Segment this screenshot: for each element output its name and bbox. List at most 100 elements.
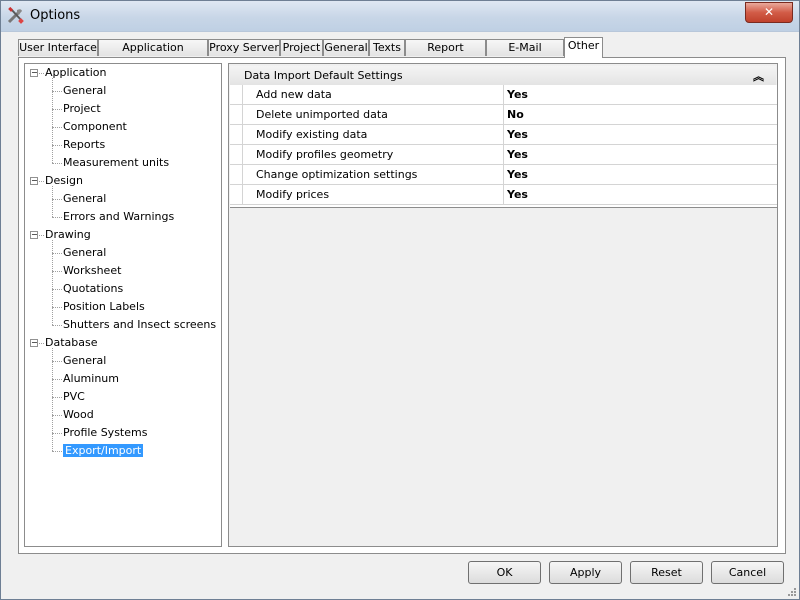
tree-item-label: Worksheet	[63, 264, 122, 277]
property-name: Modify profiles geometry	[242, 145, 502, 164]
tab-texts[interactable]: Texts	[369, 39, 405, 56]
tab-report-header[interactable]: Report Header	[405, 39, 486, 70]
tree-category[interactable]: Application	[45, 64, 106, 82]
tree-connector	[52, 307, 62, 308]
tree-item-label: General	[63, 84, 107, 97]
tree-item-label: Project	[63, 102, 101, 115]
reset-button[interactable]: Reset	[630, 561, 703, 584]
tree-connector	[52, 91, 62, 92]
property-value[interactable]: Yes	[503, 165, 777, 184]
options-window: Options ✕ User Interface Application Lan…	[0, 0, 800, 600]
tree-item-label: Wood	[63, 408, 94, 421]
property-row[interactable]: Modify profiles geometry Yes	[230, 145, 777, 165]
tree-item[interactable]: PVC	[63, 388, 85, 406]
property-value[interactable]: No	[503, 105, 777, 124]
tree-item[interactable]: Wood	[63, 406, 94, 424]
collapse-up-icon[interactable]: ︽	[753, 68, 764, 84]
tree-item-label: Application	[45, 66, 107, 79]
property-value[interactable]: Yes	[503, 85, 777, 104]
tree-category[interactable]: Design	[45, 172, 83, 190]
tab-label: General	[324, 41, 368, 54]
tab-label: Other	[567, 39, 600, 52]
property-row[interactable]: Change optimization settings Yes	[230, 165, 777, 185]
tab-application-language[interactable]: Application Language	[98, 39, 208, 70]
property-value[interactable]: Yes	[503, 125, 777, 144]
tree-connector	[39, 73, 44, 74]
close-icon: ✕	[763, 5, 775, 19]
ok-button[interactable]: OK	[468, 561, 541, 584]
tree-item-label: Aluminum	[63, 372, 119, 385]
tree-connector	[52, 199, 62, 200]
tab-proxy-server[interactable]: Proxy Server	[208, 39, 280, 56]
tree-item[interactable]: Component	[63, 118, 127, 136]
window-title: Options	[30, 8, 81, 23]
group-header[interactable]: Data Import Default Settings ︽	[230, 66, 776, 85]
property-name: Change optimization settings	[242, 165, 502, 184]
property-name: Modify prices	[242, 185, 502, 204]
tree-item[interactable]: Project	[63, 100, 101, 118]
tree-item[interactable]: Reports	[63, 136, 105, 154]
tree-item-label: General	[63, 354, 107, 367]
tree-connector	[52, 415, 62, 416]
property-value[interactable]: Yes	[503, 185, 777, 204]
tree-connector	[52, 361, 62, 362]
collapse-toggle-icon[interactable]: −	[30, 177, 38, 185]
tree-item-label: Errors and Warnings	[63, 210, 175, 223]
tree-item[interactable]: Aluminum	[63, 370, 119, 388]
tree-item[interactable]: Profile Systems	[63, 424, 147, 442]
close-button[interactable]: ✕	[745, 2, 793, 23]
tree-item-label: Export/Import	[63, 444, 144, 457]
tree-item[interactable]: Worksheet	[63, 262, 121, 280]
tree-connector	[52, 433, 62, 434]
tab-project[interactable]: Project	[280, 39, 323, 56]
group-title: Data Import Default Settings	[244, 69, 403, 82]
tree-item[interactable]: Errors and Warnings	[63, 208, 174, 226]
title-bar[interactable]: Options ✕	[1, 1, 799, 32]
tree-connector	[39, 343, 44, 344]
tree-connector	[52, 109, 62, 110]
tree-connector	[52, 253, 62, 254]
tab-label: Proxy Server	[209, 41, 279, 54]
resize-grip-icon[interactable]	[787, 587, 797, 597]
settings-tree[interactable]: Application − General Project Component Repor…	[24, 63, 222, 547]
tab-other[interactable]: Other	[564, 37, 603, 58]
property-row[interactable]: Modify existing data Yes	[230, 125, 777, 145]
property-row[interactable]: Add new data Yes	[230, 85, 777, 105]
tree-connector	[52, 186, 53, 217]
property-name: Delete unimported data	[242, 105, 502, 124]
collapse-toggle-icon[interactable]: −	[30, 69, 38, 77]
tree-item-label: Measurement units	[63, 156, 170, 169]
tree-item[interactable]: General	[63, 352, 106, 370]
tree-item-label: Shutters and Insect screens	[63, 318, 217, 331]
property-value[interactable]: Yes	[503, 145, 777, 164]
tree-item[interactable]: General	[63, 244, 106, 262]
tree-item-label: Quotations	[63, 282, 124, 295]
tab-email-settings[interactable]: E-Mail Settings	[486, 39, 564, 70]
tree-item-label: General	[63, 192, 107, 205]
collapse-toggle-icon[interactable]: −	[30, 339, 38, 347]
tree-item[interactable]: General	[63, 82, 106, 100]
tree-item[interactable]: Shutters and Insect screens	[63, 316, 216, 334]
tree-item[interactable]: Position Labels	[63, 298, 145, 316]
property-rows: Add new data Yes Delete unimported data No M…	[230, 85, 777, 208]
property-row[interactable]: Modify prices Yes	[230, 185, 777, 205]
tab-label: Texts	[373, 41, 401, 54]
apply-button[interactable]: Apply	[549, 561, 622, 584]
cancel-button[interactable]: Cancel	[711, 561, 784, 584]
tree-item[interactable]: Measurement units	[63, 154, 169, 172]
tree-item-label: PVC	[63, 390, 85, 403]
tree-item[interactable]: Export/Import	[63, 442, 144, 460]
tab-general[interactable]: General	[323, 39, 369, 56]
tree-connector	[52, 127, 62, 128]
tree-item[interactable]: General	[63, 190, 106, 208]
property-name: Add new data	[242, 85, 502, 104]
tree-item[interactable]: Quotations	[63, 280, 123, 298]
tree-item-label: Reports	[63, 138, 106, 151]
tree-connector	[52, 325, 62, 326]
collapse-toggle-icon[interactable]: −	[30, 231, 38, 239]
tab-user-interface[interactable]: User Interface	[18, 39, 98, 56]
tools-icon	[7, 7, 24, 24]
tree-item-label: Profile Systems	[63, 426, 148, 439]
property-row[interactable]: Delete unimported data No	[230, 105, 777, 125]
tab-label: Project	[282, 41, 321, 54]
